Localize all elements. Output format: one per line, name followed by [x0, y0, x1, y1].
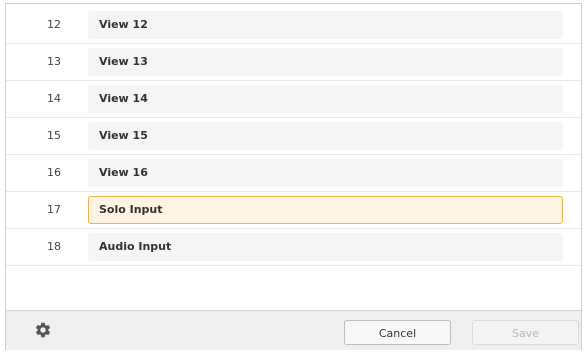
label-field-text: Solo Input — [99, 203, 163, 216]
list-row: 12 View 12 — [6, 7, 581, 44]
label-editor-panel: 12 View 12 13 View 13 14 View 14 15 View… — [5, 3, 582, 350]
list-row: 13 View 13 — [6, 44, 581, 81]
label-field-text: View 14 — [99, 92, 148, 105]
label-field[interactable]: View 13 — [88, 48, 563, 76]
list-row: 16 View 16 — [6, 155, 581, 192]
gear-icon[interactable] — [34, 321, 52, 339]
list-row: 17 Solo Input — [6, 192, 581, 229]
row-number: 18 — [47, 240, 61, 253]
label-field-text: View 15 — [99, 129, 148, 142]
row-number: 15 — [47, 129, 61, 142]
label-field-selected[interactable]: Solo Input — [88, 196, 563, 224]
label-field-text: Audio Input — [99, 240, 172, 253]
cancel-button[interactable]: Cancel — [344, 320, 451, 345]
list-row: 14 View 14 — [6, 81, 581, 118]
label-field[interactable]: Audio Input — [88, 233, 563, 261]
list-row: 15 View 15 — [6, 118, 581, 155]
row-number: 13 — [47, 55, 61, 68]
label-field-text: View 12 — [99, 18, 148, 31]
label-field-text: View 13 — [99, 55, 148, 68]
footer-bar: Cancel Save — [6, 310, 581, 350]
label-list: 12 View 12 13 View 13 14 View 14 15 View… — [6, 7, 581, 266]
label-field[interactable]: View 15 — [88, 122, 563, 150]
row-number: 12 — [47, 18, 61, 31]
row-number: 14 — [47, 92, 61, 105]
save-button[interactable]: Save — [472, 320, 579, 345]
label-field[interactable]: View 16 — [88, 159, 563, 187]
label-field-text: View 16 — [99, 166, 148, 179]
list-row: 18 Audio Input — [6, 229, 581, 266]
label-field[interactable]: View 14 — [88, 85, 563, 113]
label-field[interactable]: View 12 — [88, 11, 563, 39]
row-number: 16 — [47, 166, 61, 179]
row-number: 17 — [47, 203, 61, 216]
